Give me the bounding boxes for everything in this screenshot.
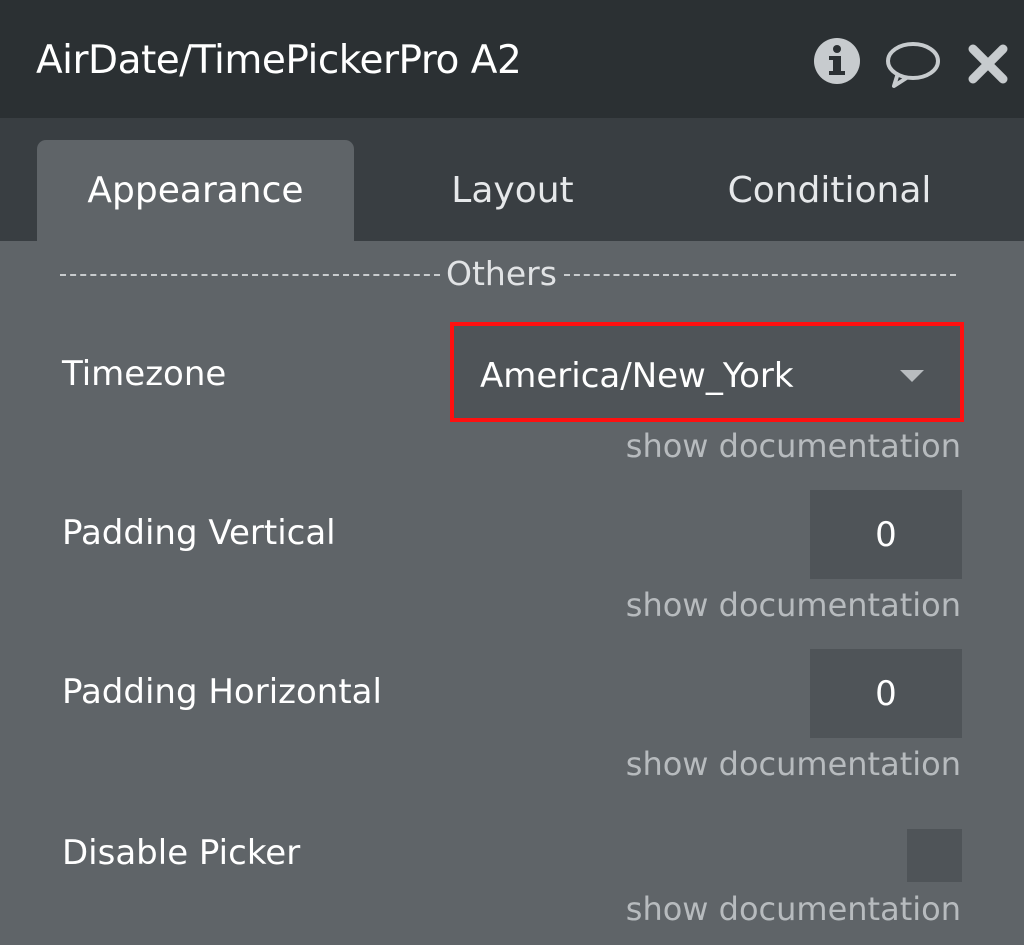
tab-layout[interactable]: Layout [354, 140, 671, 241]
section-divider-left [60, 274, 440, 276]
padding-horizontal-input[interactable] [810, 649, 962, 738]
padding-vertical-show-documentation-link[interactable]: show documentation [626, 586, 961, 624]
comment-icon[interactable] [884, 40, 942, 90]
timezone-dropdown[interactable]: America/New_York [450, 322, 964, 422]
padding-horizontal-show-documentation-link[interactable]: show documentation [626, 745, 961, 783]
chevron-down-icon [900, 370, 924, 382]
info-icon[interactable] [812, 36, 862, 86]
close-icon[interactable] [968, 44, 1008, 84]
property-editor-panel: AirDate/TimePickerPro A2 Appearance Layo… [0, 0, 1024, 945]
padding-vertical-input[interactable] [810, 490, 962, 579]
panel-title: AirDate/TimePickerPro A2 [36, 38, 522, 83]
section-header-others: Others [60, 252, 956, 296]
padding-horizontal-label: Padding Horizontal [62, 672, 382, 712]
disable-picker-label: Disable Picker [62, 833, 301, 873]
timezone-label: Timezone [62, 354, 227, 394]
title-bar: AirDate/TimePickerPro A2 [0, 0, 1024, 118]
tab-appearance[interactable]: Appearance [37, 140, 354, 241]
section-label: Others [446, 254, 557, 293]
padding-vertical-label: Padding Vertical [62, 513, 336, 553]
disable-picker-show-documentation-link[interactable]: show documentation [626, 890, 961, 928]
disable-picker-checkbox[interactable] [907, 829, 962, 882]
section-divider-right [564, 274, 956, 276]
tab-strip: Appearance Layout Conditional [0, 118, 1024, 241]
tab-conditional[interactable]: Conditional [671, 140, 988, 241]
timezone-show-documentation-link[interactable]: show documentation [626, 427, 961, 465]
timezone-value: America/New_York [480, 356, 794, 396]
